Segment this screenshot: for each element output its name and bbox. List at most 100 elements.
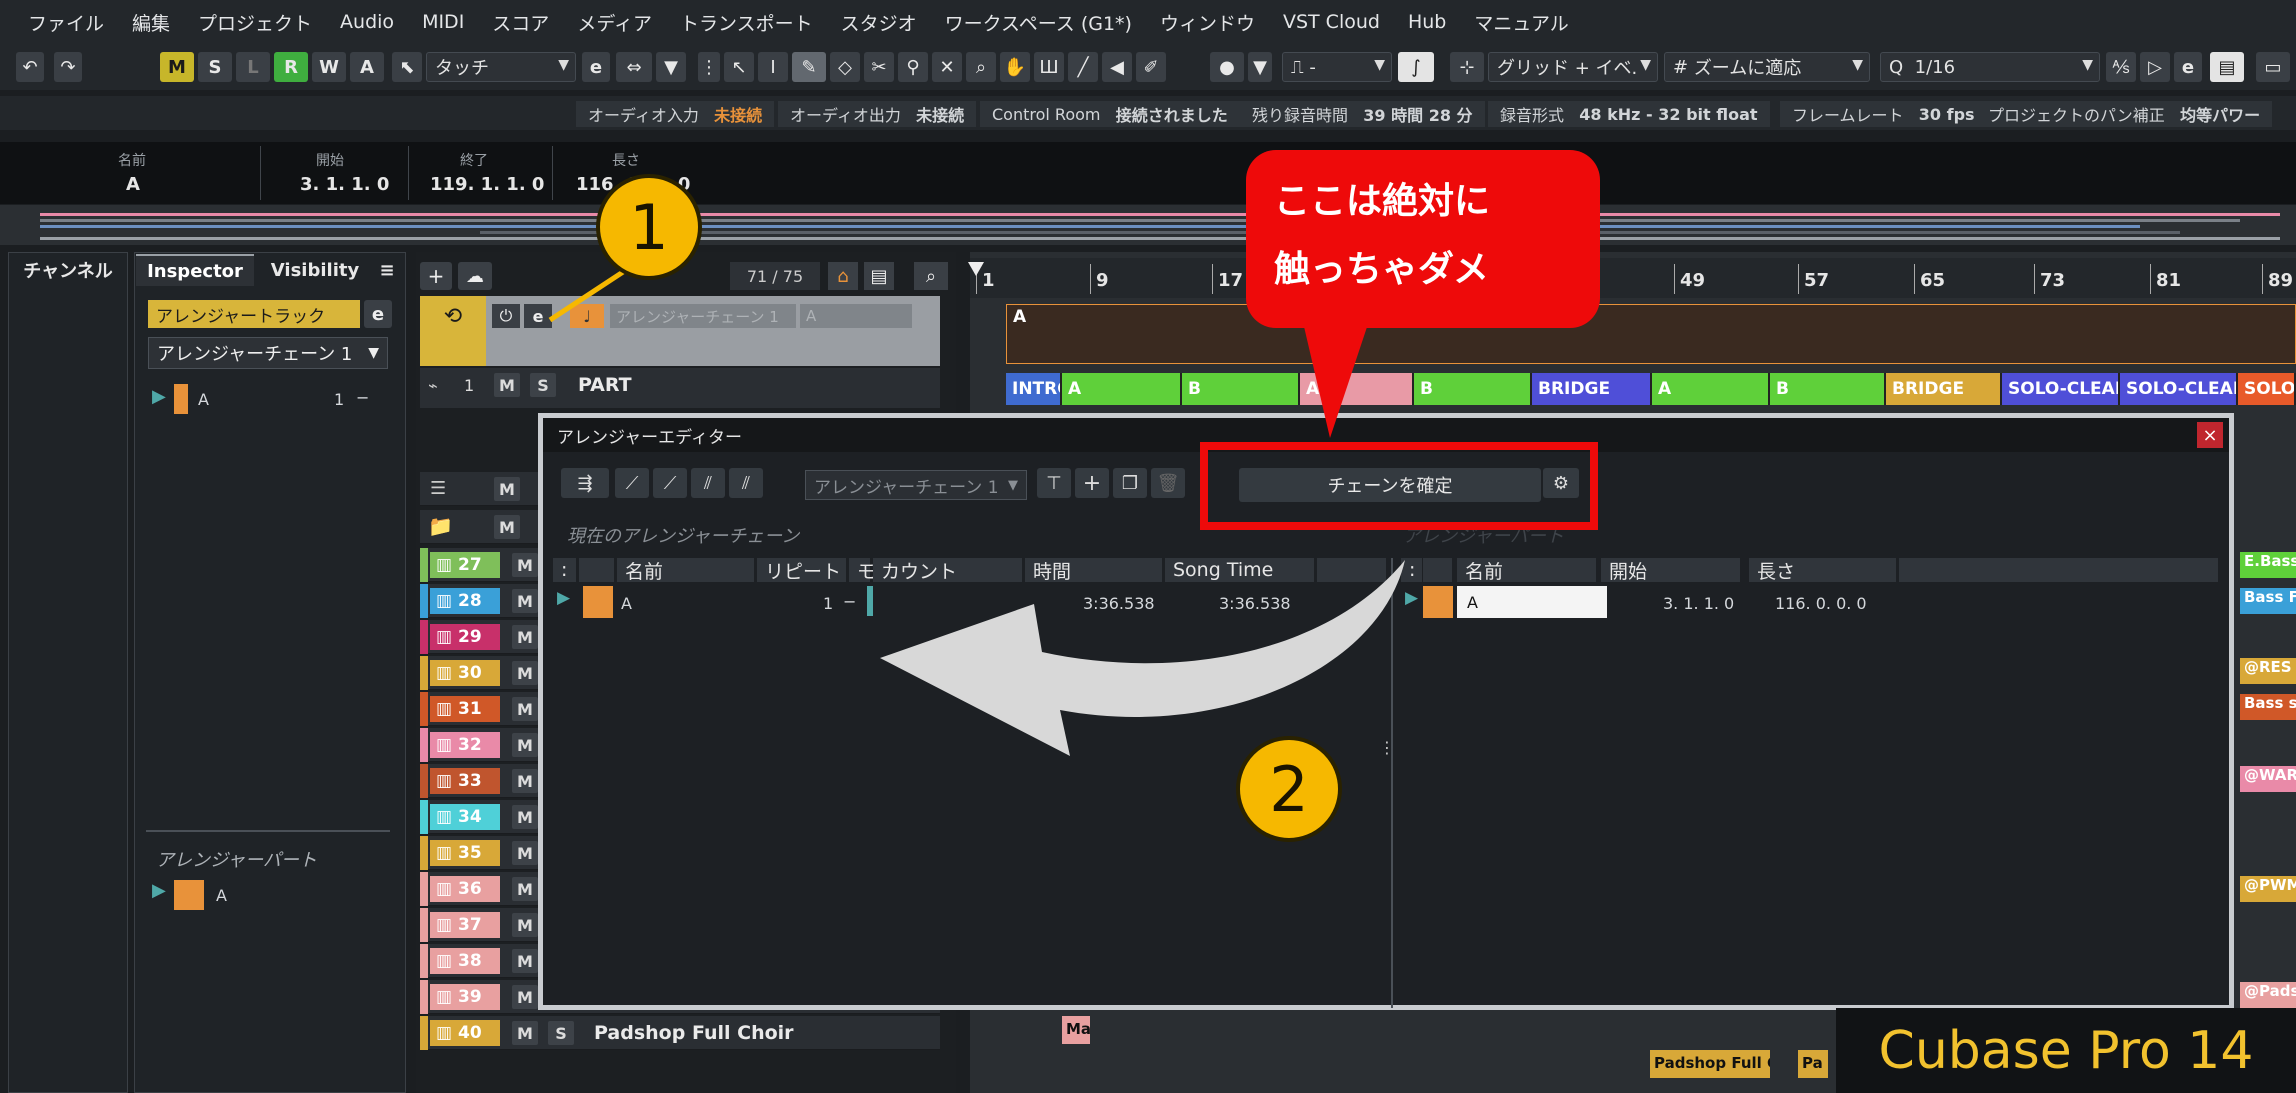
column-header[interactable] — [1423, 558, 1453, 582]
home-icon[interactable]: ⌂ — [828, 262, 858, 290]
info-name-value[interactable]: A — [126, 174, 140, 195]
edit-icon[interactable]: e — [364, 300, 392, 328]
mute-button[interactable]: M — [494, 477, 520, 501]
power-icon[interactable]: ⏻ — [492, 304, 520, 328]
chevron-down-icon[interactable]: ▼ — [1248, 52, 1272, 82]
mute-button[interactable]: M — [512, 949, 538, 973]
delete-chain-icon[interactable]: 🗑 — [1151, 468, 1185, 498]
split-icon[interactable]: ✂ — [864, 52, 894, 82]
pointer-icon[interactable]: ↖ — [724, 52, 754, 82]
color-icon[interactable]: ● — [1210, 52, 1244, 82]
arranger-event[interactable]: A — [1006, 304, 2296, 364]
arranger-section[interactable]: BRIDGE — [1532, 373, 1652, 405]
arranger-section[interactable]: SOLO-CLEAN — [2002, 373, 2120, 405]
record-time-status[interactable]: 残り録音時間 39 時間 28 分 — [1240, 101, 1485, 127]
mute-button[interactable]: M — [512, 913, 538, 937]
playhead-icon[interactable] — [968, 262, 984, 278]
layout2-icon[interactable]: ▭ — [2256, 52, 2290, 82]
column-header[interactable]: 名前 — [1457, 558, 1597, 583]
solo-button[interactable]: S — [198, 52, 232, 82]
undo-icon[interactable]: ↶ — [16, 52, 44, 82]
mute-button[interactable]: M — [512, 625, 538, 649]
chain-settings-icon[interactable]: ⊤ — [1037, 468, 1071, 498]
menu-item[interactable]: 編集 — [118, 9, 184, 36]
snap-toggle-icon[interactable]: ∫ — [1398, 52, 1434, 82]
zoom-icon[interactable]: ⌕ — [966, 52, 996, 82]
chain-row-name[interactable]: A — [621, 594, 632, 613]
column-header[interactable]: リピート — [757, 558, 847, 583]
track-row-part[interactable]: ⌁ 1 M S PART — [420, 368, 940, 408]
mute-button[interactable]: M — [512, 769, 538, 793]
midi-event[interactable]: Bass s — [2240, 694, 2296, 720]
midi-event[interactable]: @Pads — [2240, 982, 2296, 1008]
arranger-flat-icon[interactable]: ⇶ — [561, 468, 609, 498]
draw-icon[interactable]: ✎ — [792, 52, 826, 82]
automation-icon[interactable]: ⬉ — [392, 52, 422, 82]
midi-event[interactable]: E.Bass — [2240, 552, 2296, 578]
midi-event[interactable]: @PWM — [2240, 876, 2296, 902]
arranger-section[interactable]: B — [1414, 373, 1532, 405]
mute-button[interactable]: M — [512, 877, 538, 901]
arranger-section[interactable]: BRIDGE — [1886, 373, 2002, 405]
edit-icon[interactable]: e — [582, 52, 610, 82]
redo-icon[interactable]: ↷ — [54, 52, 82, 82]
editor-chain-select[interactable]: アレンジャーチェーン 1 ▼ — [805, 470, 1027, 500]
arranger-section[interactable]: SOLO- — [2238, 373, 2296, 405]
menu-item[interactable]: トランスポート — [666, 9, 827, 36]
line-icon[interactable]: ╱ — [1068, 52, 1098, 82]
column-header[interactable] — [579, 558, 615, 582]
grid-snap-icon[interactable]: ⊹ — [1450, 52, 1484, 82]
midi-event[interactable]: Padshop Full C — [1650, 1050, 1770, 1078]
mute-tool-icon[interactable]: ✕ — [932, 52, 962, 82]
layout-icon[interactable]: ▤ — [2210, 52, 2244, 82]
menu-item[interactable]: Hub — [1394, 11, 1460, 33]
glue-icon[interactable]: ⚲ — [898, 52, 928, 82]
menu-item[interactable]: スタジオ — [827, 9, 931, 36]
record-format-status[interactable]: 録音形式 48 kHz - 32 bit float — [1488, 101, 1770, 127]
arranger-mode-icon-2[interactable]: ⟋ — [653, 468, 687, 498]
solo-button[interactable]: S — [530, 373, 556, 397]
inspector-track-name[interactable]: アレンジャートラック — [148, 300, 360, 328]
info-end-value[interactable]: 119. 1. 1. 0 — [430, 174, 544, 195]
range-icon[interactable]: I — [758, 52, 788, 82]
mute-button[interactable]: M — [512, 805, 538, 829]
hand-icon[interactable]: ✋ — [1000, 52, 1030, 82]
chain-row-repeat[interactable]: 1 — [823, 594, 833, 613]
list-icon[interactable]: ▤ — [864, 262, 894, 290]
arranger-section[interactable]: B — [1182, 373, 1300, 405]
midi-event[interactable]: @WAR — [2240, 766, 2296, 792]
quantize-edit-icon[interactable]: e — [2174, 52, 2202, 82]
listen-button[interactable]: L — [236, 52, 270, 82]
play-triangle-icon[interactable]: ▶ — [152, 386, 166, 407]
menu-item[interactable]: MIDI — [408, 11, 478, 33]
arranger-section[interactable]: SOLO-CLEAN — [2120, 373, 2238, 405]
midi-event[interactable]: @RES — [2240, 658, 2296, 684]
column-header[interactable]: : — [553, 558, 577, 582]
mute-button[interactable]: M — [512, 697, 538, 721]
audio-output-status[interactable]: オーディオ出力 未接続 — [778, 101, 977, 127]
mute-button[interactable]: M — [512, 661, 538, 685]
arranger-section[interactable]: A — [1652, 373, 1770, 405]
column-header[interactable]: 長さ — [1749, 558, 1897, 583]
mute-button[interactable]: M — [494, 515, 520, 539]
add-chain-icon[interactable]: + — [1075, 468, 1109, 498]
play-triangle-icon[interactable]: ▶ — [557, 588, 570, 608]
mute-button[interactable]: M — [494, 373, 520, 397]
menu-item[interactable]: ウィンドウ — [1146, 9, 1269, 36]
track-name[interactable]: PART — [578, 374, 632, 396]
erase-icon[interactable]: ◇ — [830, 52, 860, 82]
arranger-mode-icon-4[interactable]: ⫽ — [729, 468, 763, 498]
menu-item[interactable]: ファイル — [14, 9, 118, 36]
automation-mode-select[interactable]: タッチ ▼ — [426, 52, 576, 82]
read-button[interactable]: R — [274, 52, 308, 82]
tab-inspector[interactable]: Inspector — [136, 254, 254, 286]
midi-event[interactable]: Ma — [1062, 1016, 1090, 1044]
menu-item[interactable]: Audio — [326, 11, 408, 33]
midi-event[interactable]: Bass F — [2240, 588, 2296, 614]
inspector-chain-select[interactable]: アレンジャーチェーン 1 ▼ — [148, 337, 388, 369]
iterative-quantize-icon[interactable]: ▷ — [2140, 52, 2170, 82]
search-icon[interactable]: ⌕ — [914, 262, 948, 290]
arranger-mode-icon-3[interactable]: ⫽ — [691, 468, 725, 498]
menu-item[interactable]: メディア — [563, 9, 666, 36]
mute-button[interactable]: M — [512, 733, 538, 757]
